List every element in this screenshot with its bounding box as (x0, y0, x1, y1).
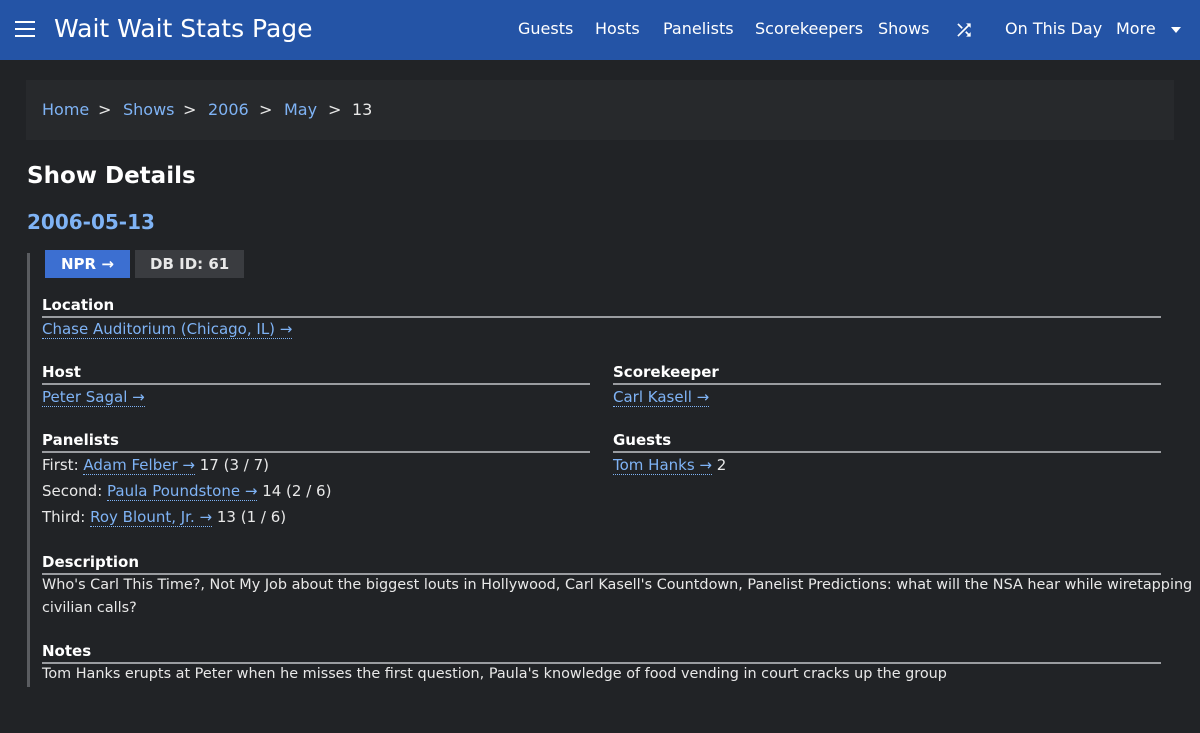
nav-guests[interactable]: Guests (518, 19, 573, 38)
panelist-row: Third: Roy Blount, Jr. → 13 (1 / 6) (42, 506, 286, 529)
shuffle-icon[interactable] (954, 20, 974, 40)
breadcrumb-separator: > (259, 100, 273, 119)
panelists-heading: Panelists (42, 431, 590, 453)
show-details: NPR → DB ID: 61 Location Chase Auditoriu… (27, 250, 1192, 687)
location-link[interactable]: Chase Auditorium (Chicago, IL) → (42, 320, 293, 339)
panelist-link[interactable]: Paula Poundstone → (107, 482, 258, 501)
nav-scorekeepers[interactable]: Scorekeepers (755, 19, 863, 38)
panelist-place: Second: (42, 482, 103, 500)
notes-text: Tom Hanks erupts at Peter when he misses… (42, 666, 947, 682)
top-navbar: Wait Wait Stats Page Guests Hosts Paneli… (0, 0, 1200, 60)
panelist-row: Second: Paula Poundstone → 14 (2 / 6) (42, 480, 331, 503)
nav-on-this-day[interactable]: On This Day (1005, 19, 1102, 38)
chevron-down-icon[interactable] (1171, 27, 1181, 33)
description-heading: Description (42, 553, 1161, 575)
guest-row: Tom Hanks → 2 (613, 454, 726, 477)
description-text-line2: civilian calls? (42, 600, 137, 616)
breadcrumb-separator: > (98, 100, 112, 119)
panelist-link[interactable]: Adam Felber → (83, 456, 195, 475)
breadcrumb-current: 13 (352, 100, 373, 119)
guest-score: 2 (716, 456, 727, 474)
page-title: Show Details (27, 163, 196, 189)
panelist-score: 13 (1 / 6) (216, 508, 287, 526)
panelist-place: Third: (42, 508, 86, 526)
host-heading: Host (42, 363, 590, 385)
panelist-row: First: Adam Felber → 17 (3 / 7) (42, 454, 269, 477)
scorekeeper-heading: Scorekeeper (613, 363, 1161, 385)
location-heading: Location (42, 296, 1161, 318)
breadcrumb-separator: > (183, 100, 197, 119)
notes-heading: Notes (42, 642, 1161, 664)
breadcrumb-shows[interactable]: Shows (123, 100, 175, 119)
description-text-line1: Who's Carl This Time?, Not My Job about … (42, 577, 1193, 593)
nav-more[interactable]: More (1116, 19, 1156, 38)
guest-link[interactable]: Tom Hanks → (613, 456, 712, 475)
breadcrumb-year[interactable]: 2006 (208, 100, 249, 119)
panelist-link[interactable]: Roy Blount, Jr. → (90, 508, 213, 527)
breadcrumb-month[interactable]: May (284, 100, 317, 119)
hamburger-menu-icon[interactable] (15, 21, 35, 39)
panelist-place: First: (42, 456, 79, 474)
breadcrumb-separator: > (328, 100, 342, 119)
nav-shows[interactable]: Shows (878, 19, 930, 38)
guests-heading: Guests (613, 431, 1161, 453)
panelist-score: 14 (2 / 6) (262, 482, 332, 500)
npr-link-button[interactable]: NPR → (45, 250, 130, 278)
nav-hosts[interactable]: Hosts (595, 19, 640, 38)
db-id-badge: DB ID: 61 (135, 250, 245, 278)
site-brand[interactable]: Wait Wait Stats Page (54, 14, 313, 43)
breadcrumb-home[interactable]: Home (42, 100, 89, 119)
breadcrumb: Home > Shows > 2006 > May > 13 (26, 80, 1174, 140)
panelist-score: 17 (3 / 7) (199, 456, 269, 474)
host-link[interactable]: Peter Sagal → (42, 388, 145, 407)
scorekeeper-link[interactable]: Carl Kasell → (613, 388, 710, 407)
nav-panelists[interactable]: Panelists (663, 19, 734, 38)
show-date-link[interactable]: 2006-05-13 (27, 210, 155, 234)
